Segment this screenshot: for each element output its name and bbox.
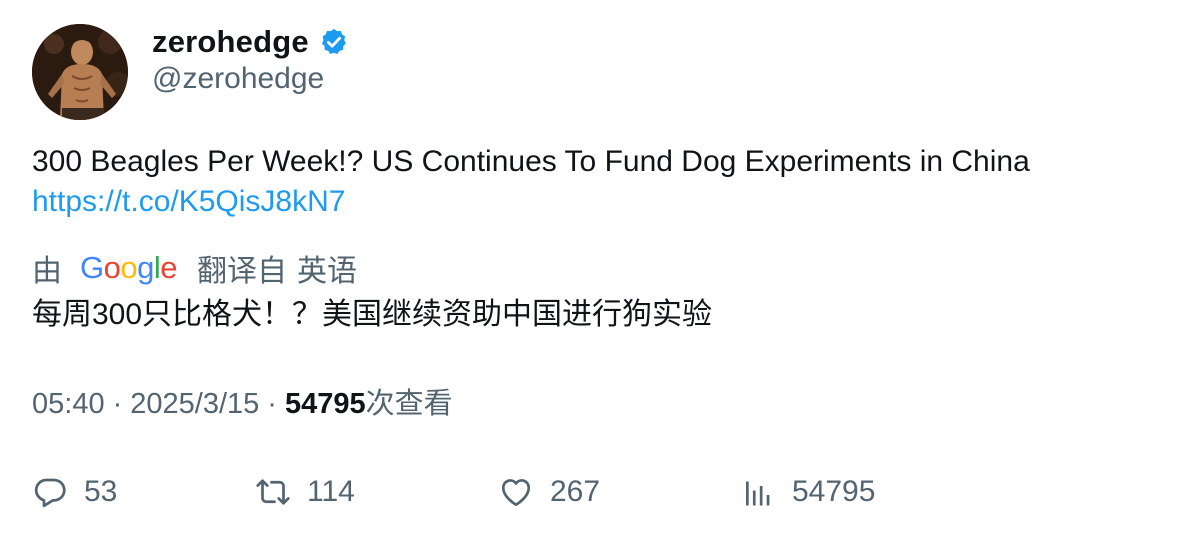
heart-icon — [501, 479, 531, 507]
retweet-icon — [256, 479, 290, 505]
google-logo: Google — [80, 250, 178, 285]
views-chart-icon — [746, 481, 770, 506]
tweet-text: 300 Beagles Per Week!? US Continues To F… — [32, 145, 1030, 178]
avatar-photo-icon — [32, 24, 128, 120]
translation-attribution: 由 Google 翻译自 英语 — [32, 246, 357, 290]
author-name-row[interactable]: zerohedge — [152, 22, 349, 62]
avatar[interactable] — [32, 24, 128, 120]
tweet-meta: 05:40 · 2025/3/15 · 54795 次查看 — [32, 384, 453, 424]
retweet-button[interactable]: 114 — [255, 470, 355, 514]
translated-text: 每周300只比格犬！？美国继续资助中国进行狗实验 — [32, 298, 713, 331]
author-display-name[interactable]: zerohedge — [152, 24, 309, 60]
like-count: 267 — [550, 475, 601, 508]
retweet-count: 114 — [307, 475, 355, 508]
translation-by-label: 由 — [32, 255, 62, 288]
reply-count: 53 — [84, 475, 118, 508]
translation-from-label: 翻译自 — [197, 255, 288, 288]
views-action-count: 54795 — [792, 475, 876, 508]
tweet-link[interactable]: https://t.co/K5QisJ8kN7 — [32, 182, 345, 222]
like-button[interactable]: 267 — [498, 470, 600, 514]
views-label: 次查看 — [365, 388, 453, 420]
reply-button[interactable]: 53 — [32, 470, 117, 514]
meta-separator: · — [112, 388, 123, 420]
tweet-time[interactable]: 05:40 — [32, 384, 105, 424]
verified-badge-icon — [321, 28, 346, 54]
views-button[interactable]: 54795 — [740, 470, 875, 514]
tweet-date[interactable]: 2025/3/15 — [130, 384, 259, 424]
author-handle[interactable]: @zerohedge — [152, 62, 324, 96]
reply-icon — [34, 478, 66, 508]
views-count: 54795 — [284, 388, 366, 420]
meta-separator: · — [267, 388, 277, 420]
tweet-card: zerohedge @zerohedge 300 Beagles Per Wee… — [0, 0, 1196, 538]
translation-source-language: 英语 — [297, 255, 358, 288]
